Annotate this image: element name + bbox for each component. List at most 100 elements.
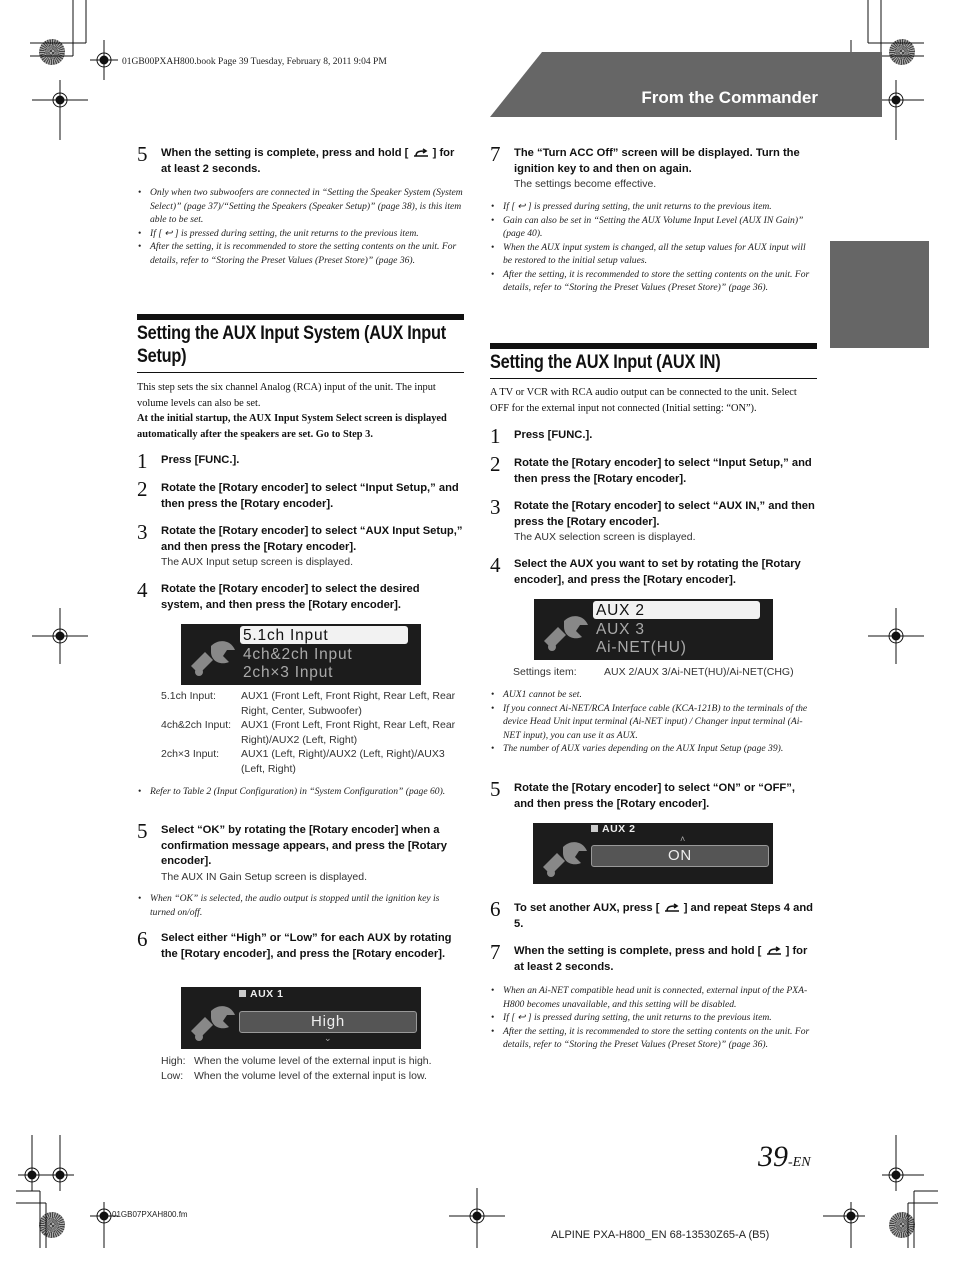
screen-aux-select: AUX 2 AUX 3 Ai-NET(HU) (534, 599, 773, 660)
step-6: 6 Select either “High” or “Low” for each… (137, 927, 464, 962)
step-number: 7 (490, 940, 501, 964)
step-number: 6 (137, 927, 148, 951)
footer-product-code: ALPINE PXA-H800_EN 68-13530Z65-A (B5) (551, 1229, 770, 1241)
step-text: Press [FUNC.]. (514, 429, 593, 441)
definition-row: 5.1ch Input: AUX1 (Front Left, Front Righ… (161, 689, 466, 718)
step-result: The AUX selection screen is displayed. (514, 531, 696, 543)
definition-key: Low: (161, 1069, 184, 1082)
step-4: 4 Rotate the [Rotary encoder] to select … (137, 578, 464, 613)
back-icon (413, 148, 428, 157)
note-item: When an Ai-NET compatible head unit is c… (490, 984, 817, 1011)
note-item: AUX1 cannot be set. (490, 688, 817, 702)
note-item: When the AUX input system is changed, al… (490, 241, 817, 268)
definition-key: Settings item: (513, 666, 577, 678)
settings-tool-icon (191, 1006, 235, 1041)
note-item: After the setting, it is recommended to … (137, 240, 464, 267)
step-6: 6 To set another AUX, press [ ] and repe… (490, 897, 817, 932)
note-item: Gain can also be set in “Setting the AUX… (490, 214, 817, 241)
definition-value: When the volume level of the external in… (194, 1055, 432, 1067)
step-2: 2 Rotate the [Rotary encoder] to select … (137, 477, 464, 512)
page-number-value: 39 (758, 1140, 788, 1173)
step-number: 5 (137, 819, 148, 843)
step-text: Rotate the [Rotary encoder] to select “A… (514, 500, 815, 528)
step-number: 2 (137, 477, 148, 501)
back-icon (766, 946, 781, 955)
step-text: Rotate the [Rotary encoder] to select “I… (514, 457, 812, 485)
aux-label: AUX 1 (239, 988, 283, 1000)
intro-paragraph: A TV or VCR with RCA audio output can be… (490, 387, 797, 414)
definition-value: AUX1 (Front Left, Front Right, Rear Left… (241, 719, 456, 746)
definition-key: 2ch×3 Input: (161, 748, 220, 760)
on-off-selector[interactable]: ON (591, 845, 769, 867)
step-number: 4 (490, 553, 501, 577)
option-ai-net-hu[interactable]: Ai-NET(HU) (596, 639, 687, 657)
option-4ch-2ch-input[interactable]: 4ch&2ch Input (243, 646, 353, 664)
step-number: 6 (490, 897, 501, 921)
chapter-side-tab (830, 241, 929, 348)
step-number: 3 (490, 495, 501, 519)
right-column: 7 The “Turn ACC Off” screen will be disp… (490, 0, 817, 1278)
section-title-line: Setup) (137, 346, 187, 367)
note-item: The number of AUX varies depending on th… (490, 742, 817, 756)
settings-tool-icon (544, 616, 588, 651)
definition-row: Low: When the volume level of the externa… (161, 1069, 471, 1084)
step-1: 1 Press [FUNC.]. (137, 449, 464, 473)
chevron-down-icon[interactable]: ⌄ (324, 1033, 332, 1044)
option-2ch-x3-input[interactable]: 2ch×3 Input (243, 664, 333, 682)
step-text: When the setting is complete, press and … (161, 147, 409, 159)
step-text: Rotate the [Rotary encoder] to select “O… (514, 782, 795, 810)
definition-value: When the volume level of the external in… (194, 1069, 427, 1082)
definition-value: AUX 2/AUX 3/Ai-NET(HU)/Ai-NET(CHG) (604, 666, 794, 678)
step-2: 2 Rotate the [Rotary encoder] to select … (490, 452, 817, 487)
screen-aux-input-setup: 5.1ch Input 4ch&2ch Input 2ch×3 Input (181, 624, 421, 685)
page-number: 39-EN (758, 1140, 811, 1174)
step-text: The “Turn ACC Off” screen will be displa… (514, 147, 800, 175)
step-5-top: 5 When the setting is complete, press an… (137, 142, 464, 177)
gain-definitions: High: When the volume level of the extern… (161, 1054, 471, 1083)
step-number: 2 (490, 452, 501, 476)
step-number: 3 (137, 520, 148, 544)
aux-label: AUX 2 (591, 823, 635, 835)
step-3: 3 Rotate the [Rotary encoder] to select … (137, 520, 464, 569)
back-icon (664, 903, 679, 912)
settings-item-definition: Settings item: AUX 2/AUX 3/Ai-NET(HU)/Ai-… (513, 665, 823, 680)
step-5: 5 Rotate the [Rotary encoder] to select … (490, 777, 817, 812)
step-text: Select the AUX you want to set by rotati… (514, 558, 801, 586)
note-item: If you connect Ai-NET/RCA Interface cabl… (490, 702, 817, 743)
intro-bold-paragraph: At the initial startup, the AUX Input Sy… (137, 413, 447, 440)
definition-key: High: (161, 1055, 186, 1067)
section-title-line: Setting the AUX Input System (AUX Input (137, 323, 446, 344)
step-text: Select either “High” or “Low” for each A… (161, 932, 452, 960)
step-text: Rotate the [Rotary encoder] to select “A… (161, 525, 463, 553)
intro-paragraph: This step sets the six channel Analog (R… (137, 382, 436, 409)
footer-file-name: 01GB07PXAH800.fm (112, 1210, 188, 1219)
intro-text-right: A TV or VCR with RCA audio output can be… (490, 385, 817, 416)
notes-top-right: If [ ↩ ] is pressed during setting, the … (490, 200, 817, 295)
definition-row: High: When the volume level of the extern… (161, 1054, 471, 1069)
note-item: Refer to Table 2 (Input Configuration) i… (137, 785, 464, 799)
option-aux-2[interactable]: AUX 2 (593, 601, 760, 619)
note-item: After the setting, it is recommended to … (490, 1025, 817, 1052)
option-5-1ch-input[interactable]: 5.1ch Input (240, 626, 408, 644)
notes-top: Only when two subwoofers are connected i… (137, 186, 464, 267)
step-4: 4 Select the AUX you want to set by rota… (490, 553, 817, 588)
step-1: 1 Press [FUNC.]. (490, 424, 817, 448)
step-number: 1 (137, 449, 148, 473)
note-ok: When “OK” is selected, the audio output … (137, 892, 464, 919)
section-title-line: Setting the AUX Input (AUX IN) (490, 352, 721, 373)
step-text: To set another AUX, press [ (514, 902, 660, 914)
step-7: 7 When the setting is complete, press an… (490, 940, 817, 975)
definition-key: 5.1ch Input: (161, 690, 216, 702)
step-text: Press [FUNC.]. (161, 454, 240, 466)
section-title-aux-in: Setting the AUX Input (AUX IN) (490, 343, 817, 379)
left-column: 5 When the setting is complete, press an… (137, 0, 464, 1278)
definition-row: 4ch&2ch Input: AUX1 (Front Left, Front Ri… (161, 718, 466, 747)
chevron-up-icon[interactable]: ˄ (680, 834, 685, 844)
gain-value-selector[interactable]: High (239, 1011, 417, 1033)
input-definitions: 5.1ch Input: AUX1 (Front Left, Front Righ… (161, 689, 466, 776)
option-aux-3[interactable]: AUX 3 (596, 621, 645, 639)
screen-aux-on-off: AUX 2 ˄ ON (533, 823, 773, 884)
definition-value: AUX1 (Left, Right)/AUX2 (Left, Right)/AU… (241, 748, 445, 775)
note-input-configuration: Refer to Table 2 (Input Configuration) i… (137, 785, 464, 799)
intro-text: This step sets the six channel Analog (R… (137, 380, 464, 442)
